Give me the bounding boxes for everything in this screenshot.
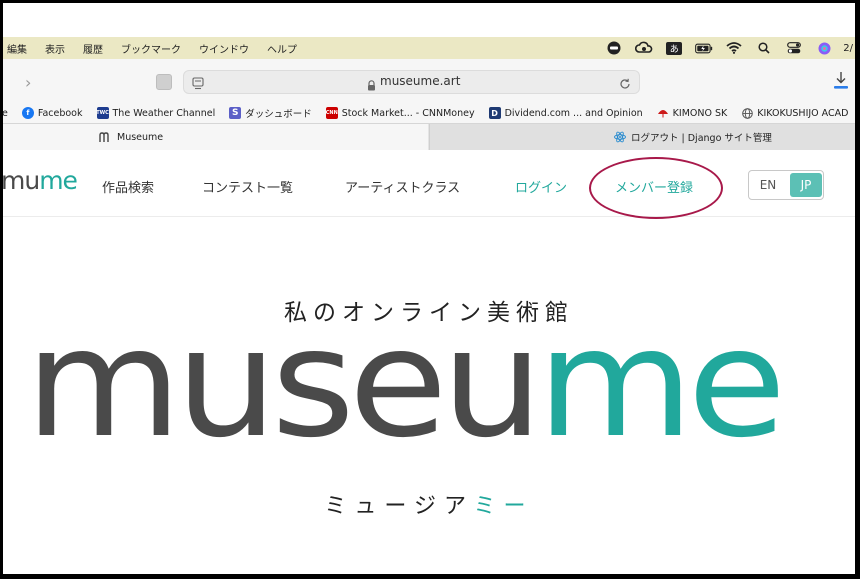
- svg-text:museume: museu me: [25, 343, 780, 463]
- lock-icon: [367, 76, 376, 95]
- nav-artwork-search[interactable]: 作品検索: [102, 177, 154, 196]
- menu-window[interactable]: ウインドウ: [199, 41, 249, 56]
- menu-help[interactable]: ヘルプ: [267, 41, 297, 56]
- menu-edit[interactable]: 編集: [7, 41, 27, 56]
- battery-icon[interactable]: [695, 41, 713, 55]
- language-toggle: EN JP: [748, 170, 824, 200]
- forward-chevron-icon[interactable]: ›: [25, 73, 31, 92]
- spotlight-search-icon[interactable]: [755, 41, 773, 55]
- tab-label: ログアウト | Django サイト管理: [631, 133, 772, 144]
- react-favicon-icon: [614, 131, 626, 143]
- nav-member-register[interactable]: メンバー登録: [615, 177, 693, 196]
- weather-channel-icon: TWC: [96, 107, 109, 119]
- menubar-clock: 2/: [843, 42, 853, 54]
- menu-history[interactable]: 履歴: [83, 41, 103, 56]
- dividend-icon: D: [488, 107, 501, 119]
- tab-overview-icon[interactable]: [156, 74, 172, 90]
- nav-contest-list[interactable]: コンテスト一覧: [202, 177, 293, 196]
- bookmark-kimono[interactable]: KIMONO SK: [657, 107, 727, 119]
- bookmarks-bar: e f Facebook TWC The Weather Channel S ダ…: [3, 103, 855, 123]
- hero-reading-dark: ミュージア: [324, 494, 474, 519]
- bookmark-dividend[interactable]: D Dividend.com ... and Opinion: [488, 107, 643, 119]
- line-app-icon[interactable]: [605, 41, 623, 55]
- cnn-icon: CNN: [326, 107, 338, 119]
- hero-logo: museu me: [25, 343, 786, 463]
- site-header: mume 作品検索 コンテスト一覧 アーティストクラス ログイン メンバー登録 …: [3, 150, 855, 219]
- siri-icon[interactable]: [815, 41, 833, 55]
- hero-reading: ミュージアミー: [3, 488, 855, 520]
- menu-bookmarks[interactable]: ブックマーク: [121, 41, 181, 56]
- kimono-icon: [657, 107, 669, 119]
- bookmark-dashboard[interactable]: S ダッシュボード: [229, 106, 312, 120]
- cloud-sync-icon[interactable]: [635, 41, 653, 55]
- download-icon[interactable]: [833, 71, 849, 93]
- bookmark-cnnmoney[interactable]: CNN Stock Market... - CNNMoney: [326, 107, 475, 119]
- tab-museume[interactable]: Museume: [3, 124, 428, 150]
- tab-bar: Museume ログアウト | Django サイト管理: [3, 123, 855, 151]
- tab-django-admin[interactable]: ログアウト | Django サイト管理: [429, 124, 855, 150]
- nav-login[interactable]: ログイン: [515, 177, 567, 196]
- hero-reading-teal: ミー: [473, 494, 534, 519]
- control-center-icon[interactable]: [785, 41, 803, 55]
- tab-label: Museume: [117, 131, 164, 143]
- dashboard-s-icon: S: [229, 107, 242, 119]
- globe-icon: [741, 107, 753, 119]
- bookmark-weather-channel[interactable]: TWC The Weather Channel: [96, 107, 215, 119]
- browser-screenshot: 編集 表示 履歴 ブックマーク ウインドウ ヘルプ あ 2/ › museume…: [3, 3, 855, 574]
- museume-favicon-icon: [99, 131, 112, 143]
- wifi-icon[interactable]: [725, 41, 743, 55]
- page-menu-icon[interactable]: [192, 75, 204, 94]
- nav-artist-class[interactable]: アーティストクラス: [345, 177, 460, 196]
- hero-tagline: 私のオンライン美術館: [284, 300, 574, 326]
- address-url: museume.art: [380, 74, 461, 88]
- menu-view[interactable]: 表示: [45, 41, 65, 56]
- address-bar[interactable]: museume.art: [183, 70, 640, 94]
- browser-toolbar: › museume.art: [3, 59, 855, 103]
- bookmark-kikokushijo[interactable]: KIKOKUSHIJO ACAD: [741, 107, 848, 119]
- facebook-icon: f: [21, 107, 34, 119]
- lang-jp-button[interactable]: JP: [790, 173, 822, 197]
- macos-menu-bar: 編集 表示 履歴 ブックマーク ウインドウ ヘルプ あ 2/: [3, 37, 855, 59]
- bookmark-facebook[interactable]: f Facebook: [21, 107, 83, 119]
- reload-icon[interactable]: [619, 75, 631, 94]
- lang-en-button[interactable]: EN: [749, 171, 787, 199]
- site-logo[interactable]: mume: [3, 166, 78, 195]
- input-method-icon[interactable]: あ: [665, 41, 683, 55]
- bookmark-item[interactable]: e: [3, 108, 8, 119]
